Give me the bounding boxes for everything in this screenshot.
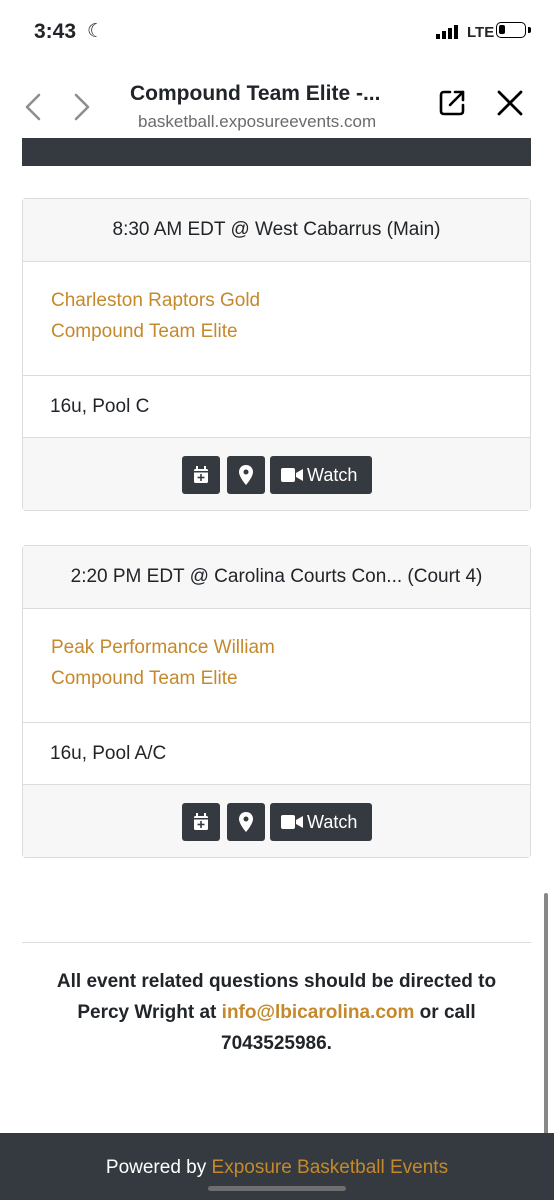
game-card: 2:20 PM EDT @ Carolina Courts Con... (Co… bbox=[22, 545, 531, 858]
close-icon[interactable] bbox=[497, 90, 523, 116]
page-url[interactable]: basketball.exposureevents.com bbox=[138, 112, 376, 132]
network-label: LTE bbox=[467, 24, 495, 41]
game-teams: Peak Performance William Compound Team E… bbox=[23, 609, 530, 723]
home-indicator bbox=[208, 1186, 346, 1191]
signal-icon bbox=[436, 25, 458, 39]
calendar-plus-icon bbox=[194, 466, 208, 483]
game-division: 16u, Pool C bbox=[23, 376, 530, 438]
moon-icon: ☾ bbox=[87, 21, 105, 42]
map-marker-icon bbox=[239, 465, 253, 485]
powered-by-label: Powered by bbox=[105, 1157, 212, 1178]
page-title: Compound Team Elite -... bbox=[130, 82, 381, 105]
contact-email-link[interactable]: info@lbicarolina.com bbox=[222, 1002, 415, 1023]
game-time-venue: 8:30 AM EDT @ West Cabarrus (Main) bbox=[23, 199, 530, 262]
team-link[interactable]: Compound Team Elite bbox=[51, 312, 530, 343]
contact-suffix: or call bbox=[414, 1002, 476, 1023]
video-camera-icon bbox=[281, 815, 303, 829]
forward-icon[interactable] bbox=[70, 92, 94, 122]
team-link[interactable]: Charleston Raptors Gold bbox=[51, 262, 530, 312]
browser-header: Compound Team Elite -... basketball.expo… bbox=[0, 66, 554, 138]
video-camera-icon bbox=[281, 468, 303, 482]
back-icon[interactable] bbox=[22, 92, 46, 122]
add-to-calendar-button[interactable] bbox=[182, 803, 220, 841]
footer-divider bbox=[22, 942, 531, 943]
game-card: 8:30 AM EDT @ West Cabarrus (Main) Charl… bbox=[22, 198, 531, 511]
map-marker-icon bbox=[239, 812, 253, 832]
open-external-icon[interactable] bbox=[437, 88, 467, 118]
game-actions: Watch bbox=[23, 438, 530, 510]
watch-label: Watch bbox=[307, 465, 358, 485]
status-time: 3:43 bbox=[34, 20, 77, 43]
exposure-link[interactable]: Exposure Basketball Events bbox=[212, 1157, 449, 1178]
battery-level bbox=[499, 25, 505, 34]
game-teams: Charleston Raptors Gold Compound Team El… bbox=[23, 262, 530, 376]
watch-label: Watch bbox=[307, 812, 358, 832]
add-to-calendar-button[interactable] bbox=[182, 456, 220, 494]
scrollbar[interactable] bbox=[544, 893, 548, 1141]
battery-tip bbox=[528, 27, 531, 33]
watch-button[interactable]: Watch bbox=[270, 803, 372, 841]
contact-info: All event related questions should be di… bbox=[22, 966, 531, 1059]
team-link[interactable]: Compound Team Elite bbox=[51, 659, 530, 690]
battery-icon bbox=[496, 22, 526, 38]
status-bar: 3:43 ☾ LTE bbox=[0, 0, 554, 66]
previous-section-strip bbox=[22, 138, 531, 166]
contact-prefix: Percy Wright at bbox=[77, 1002, 222, 1023]
team-link[interactable]: Peak Performance William bbox=[51, 609, 530, 659]
contact-line1: All event related questions should be di… bbox=[56, 971, 497, 992]
contact-phone[interactable]: 7043525986. bbox=[221, 1033, 332, 1054]
calendar-plus-icon bbox=[194, 813, 208, 830]
location-button[interactable] bbox=[227, 456, 265, 494]
watch-button[interactable]: Watch bbox=[270, 456, 372, 494]
game-time-venue: 2:20 PM EDT @ Carolina Courts Con... (Co… bbox=[23, 546, 530, 609]
game-actions: Watch bbox=[23, 785, 530, 857]
location-button[interactable] bbox=[227, 803, 265, 841]
game-division: 16u, Pool A/C bbox=[23, 723, 530, 785]
